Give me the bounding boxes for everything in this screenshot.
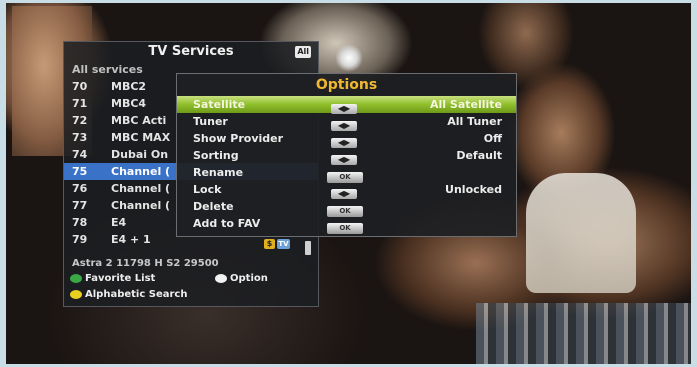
option-label: Show Provider [193, 132, 284, 145]
option-label: Rename [193, 166, 244, 179]
option-label: Add to FAV [193, 217, 261, 230]
service-name: MBC2 [111, 80, 147, 93]
option-value: All Tuner [447, 115, 502, 128]
option-label: Satellite [193, 98, 246, 111]
service-number: 78 [72, 216, 88, 229]
tv-services-title-text: TV Services [148, 44, 234, 59]
service-name: MBC Acti [111, 114, 167, 127]
service-name: MBC4 [111, 97, 147, 110]
service-number: 73 [72, 131, 88, 144]
list-scrollbar[interactable] [305, 241, 311, 255]
background-light [336, 43, 362, 73]
service-number: 74 [72, 148, 88, 161]
option-value: Off [483, 132, 502, 145]
option-lock[interactable]: Lock ◀▶ Unlocked [177, 181, 516, 199]
option-rename[interactable]: Rename OK [177, 164, 516, 183]
options-dialog: Options Satellite ◀▶ All Satellite Tuner… [176, 73, 517, 237]
service-number: 70 [72, 80, 88, 93]
service-number: 76 [72, 182, 88, 195]
legend-option-label: Option [230, 273, 268, 284]
legend-white: Option [215, 273, 268, 284]
service-name: Channel ( [111, 165, 171, 178]
option-label: Lock [193, 183, 222, 196]
background-plaid-shirt [476, 303, 691, 364]
service-name: MBC MAX [111, 131, 171, 144]
green-key-icon [70, 274, 82, 283]
option-satellite[interactable]: Satellite ◀▶ All Satellite [177, 96, 516, 114]
service-name: Channel ( [111, 199, 171, 212]
legend-alphabetic-label: Alphabetic Search [85, 289, 188, 300]
option-label: Sorting [193, 149, 239, 162]
option-show-provider[interactable]: Show Provider ◀▶ Off [177, 130, 516, 148]
option-value: All Satellite [430, 98, 502, 111]
option-ok-control[interactable]: OK [327, 218, 367, 235]
service-number: 72 [72, 114, 88, 127]
service-name: Dubai On [111, 148, 169, 161]
option-tuner[interactable]: Tuner ◀▶ All Tuner [177, 113, 516, 131]
service-number: 79 [72, 233, 88, 246]
service-number: 75 [72, 165, 88, 178]
transponder-info: Astra 2 11798 H S2 29500 [72, 258, 219, 269]
option-label: Tuner [193, 115, 228, 128]
white-key-icon [215, 274, 227, 283]
legend-favorite-label: Favorite List [85, 273, 156, 284]
option-label: Delete [193, 200, 234, 213]
option-add-to-fav[interactable]: Add to FAV OK [177, 215, 516, 235]
service-name: E4 [111, 216, 127, 229]
yellow-key-icon [70, 290, 82, 299]
tv-services-title: TV Services All [64, 42, 318, 62]
service-name: E4 + 1 [111, 233, 151, 246]
all-filter-badge: All [295, 46, 311, 58]
ok-button[interactable]: OK [327, 223, 363, 234]
background-person-right [526, 173, 636, 293]
scrambled-icon: $ [264, 239, 275, 249]
legend-green: Favorite List [70, 273, 155, 284]
option-value: Unlocked [445, 183, 502, 196]
tv-icon: TV [277, 239, 290, 249]
option-value: Default [456, 149, 502, 162]
service-number: 77 [72, 199, 88, 212]
service-name: Channel ( [111, 182, 171, 195]
options-title: Options [315, 77, 378, 93]
option-sorting[interactable]: Sorting ◀▶ Default [177, 147, 516, 165]
option-delete[interactable]: Delete OK [177, 198, 516, 217]
service-number: 71 [72, 97, 88, 110]
legend-yellow: Alphabetic Search [70, 289, 187, 300]
